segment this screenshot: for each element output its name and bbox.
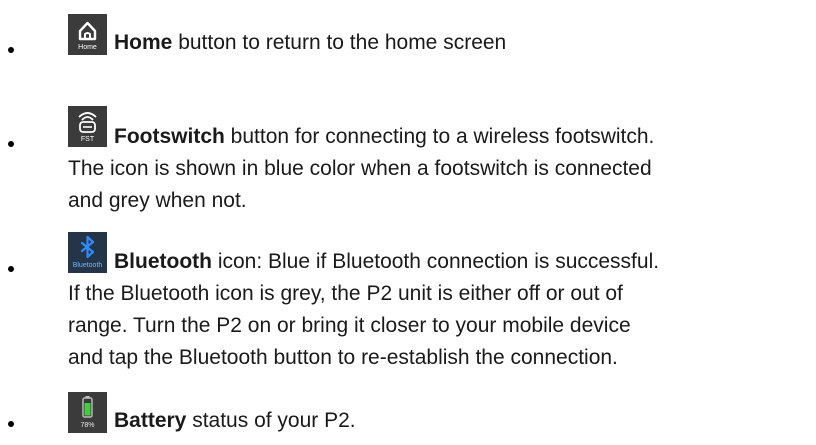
item-bold-term: Battery bbox=[114, 409, 187, 432]
item-line: button to return to the home screen bbox=[172, 31, 507, 54]
item-text: Home button to return to the home screen bbox=[68, 27, 506, 59]
item-bold-term: Home bbox=[114, 31, 173, 54]
item-line: and tap the Bluetooth button to re-estab… bbox=[68, 346, 618, 369]
item-text: Bluetooth icon: Blue if Bluetooth connec… bbox=[68, 246, 659, 374]
item-line: status of your P2. bbox=[186, 409, 356, 432]
item-line: and grey when not. bbox=[68, 189, 247, 212]
item-line: button for connecting to a wireless foot… bbox=[224, 125, 655, 148]
bullet bbox=[8, 266, 14, 272]
bullet bbox=[8, 421, 14, 427]
document-page: Home Home button to return to the home s… bbox=[0, 0, 816, 445]
item-bold-term: Footswitch bbox=[114, 125, 225, 148]
item-line: icon: Blue if Bluetooth connection is su… bbox=[211, 250, 660, 273]
item-line: range. Turn the P2 on or bring it closer… bbox=[68, 314, 631, 337]
item-line: The icon is shown in blue color when a f… bbox=[68, 157, 652, 180]
item-bold-term: Bluetooth bbox=[114, 250, 212, 273]
bullet bbox=[8, 47, 14, 53]
item-line: If the Bluetooth icon is grey, the P2 un… bbox=[68, 282, 623, 305]
bullet bbox=[8, 141, 14, 147]
item-text: Battery status of your P2. bbox=[68, 405, 356, 437]
item-text: Footswitch button for connecting to a wi… bbox=[68, 121, 654, 217]
